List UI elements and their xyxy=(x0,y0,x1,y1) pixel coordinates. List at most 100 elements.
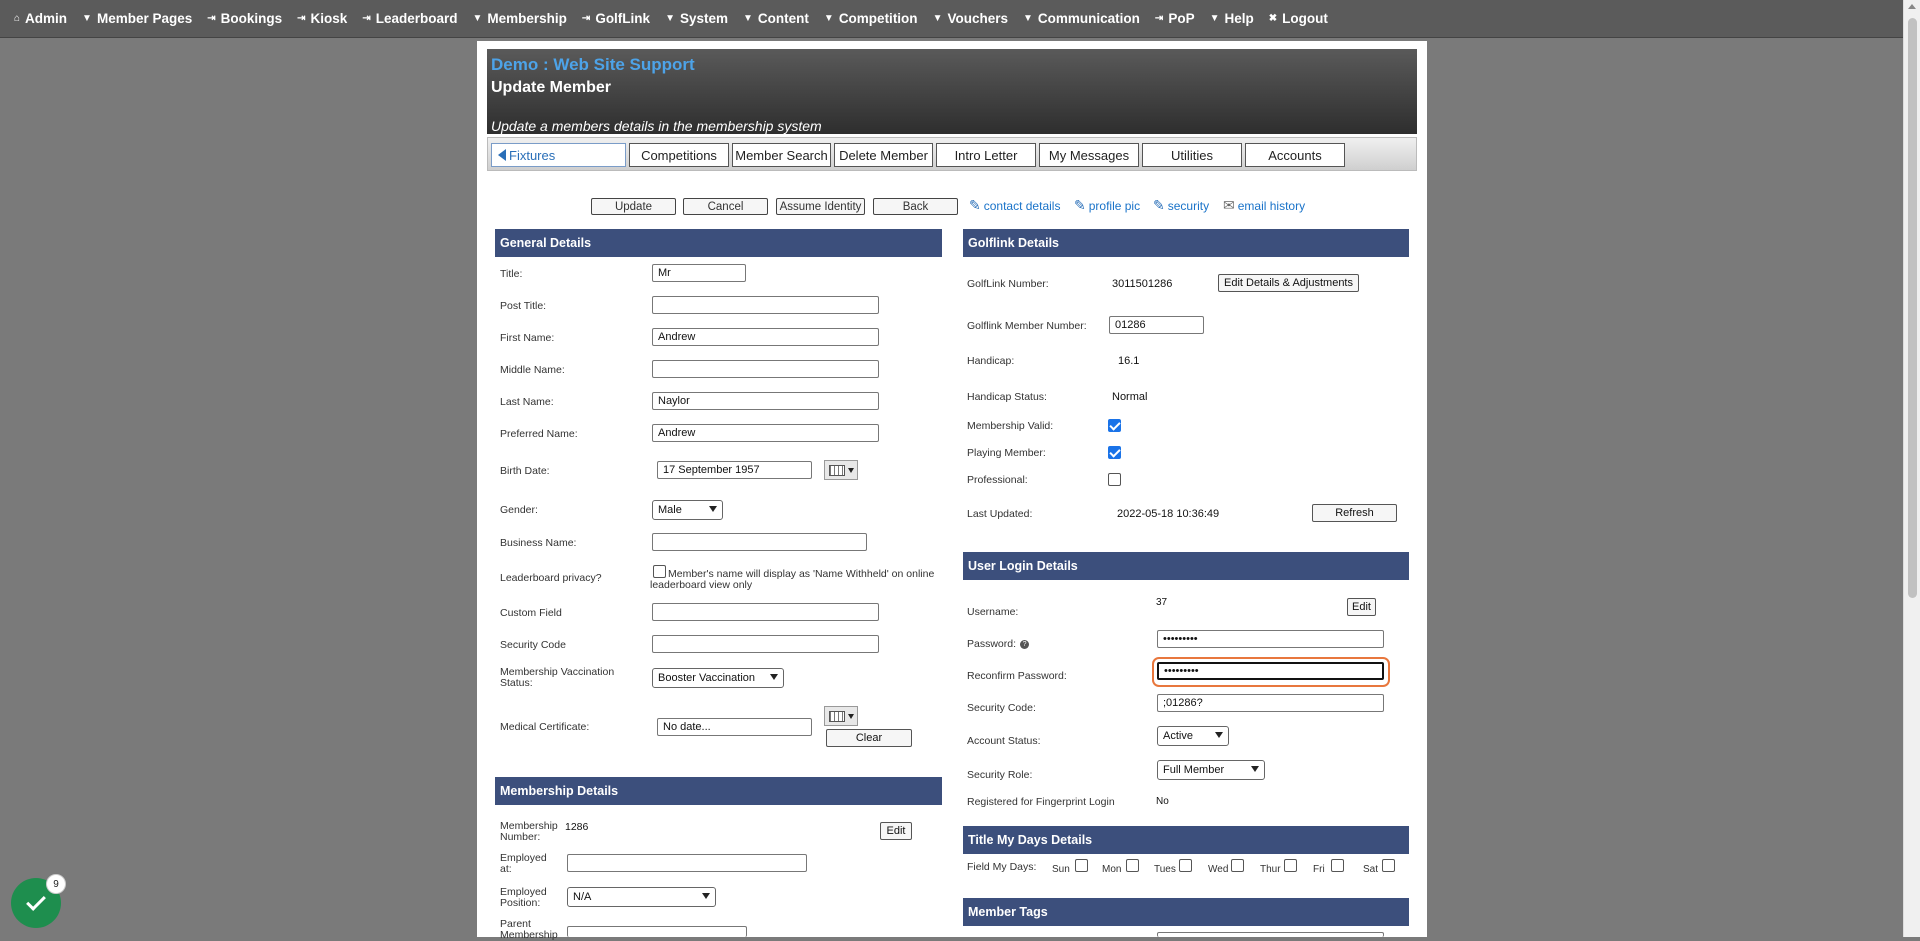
tab-my-messages[interactable]: My Messages xyxy=(1039,143,1139,167)
nav-help[interactable]: ▼ Help xyxy=(1210,11,1254,26)
security-code-input[interactable] xyxy=(652,635,879,653)
username-label: Username: xyxy=(967,606,1019,618)
vaccination-status-select[interactable]: Booster Vaccination xyxy=(652,668,784,688)
general-details-heading: General Details xyxy=(495,229,942,257)
nav-label: Communication xyxy=(1037,11,1140,26)
contact-details-link[interactable]: ✎ contact details xyxy=(969,197,1060,214)
security-role-select[interactable]: Full Member xyxy=(1157,760,1265,780)
clear-button[interactable]: Clear xyxy=(826,729,912,747)
employed-at-input[interactable] xyxy=(567,854,807,872)
nav-bookings[interactable]: ⇥ Bookings xyxy=(207,11,282,26)
nav-logout[interactable]: ✖ Logout xyxy=(1269,11,1328,26)
tab-accounts[interactable]: Accounts xyxy=(1245,143,1345,167)
playing-member-checkbox[interactable] xyxy=(1108,446,1121,459)
user-login-details-heading: User Login Details xyxy=(963,552,1409,580)
nav-system[interactable]: ▼ System xyxy=(665,11,728,26)
tab-label: Intro Letter xyxy=(954,147,1018,163)
tab-label: Utilities xyxy=(1171,147,1213,163)
tab-member-search[interactable]: Member Search xyxy=(732,143,831,167)
custom-field-input[interactable] xyxy=(652,603,879,621)
nav-communication[interactable]: ▼ Communication xyxy=(1023,11,1140,26)
nav-golflink[interactable]: ⇥ GolfLink xyxy=(582,11,650,26)
tab-label: My Messages xyxy=(1048,147,1130,163)
day-sun-checkbox[interactable] xyxy=(1075,859,1088,872)
scroll-up-icon[interactable] xyxy=(1908,4,1916,9)
back-button[interactable]: Back xyxy=(873,198,958,215)
main-panel: Demo : Web Site Support Update Member Up… xyxy=(477,41,1427,941)
day-mon-label: Mon xyxy=(1102,864,1122,875)
day-sat-checkbox[interactable] xyxy=(1382,859,1395,872)
professional-checkbox[interactable] xyxy=(1108,473,1121,486)
help-icon[interactable]: ? xyxy=(1020,640,1030,649)
nav-label: Admin xyxy=(25,11,68,26)
last-name-input[interactable]: Naylor xyxy=(652,392,879,410)
business-name-input[interactable] xyxy=(652,533,867,551)
nav-competition[interactable]: ▼ Competition xyxy=(824,11,918,26)
nav-membership[interactable]: ▼ Membership xyxy=(472,11,566,26)
tab-bar: Fixtures Competitions Member Search Dele… xyxy=(487,137,1417,171)
golflink-member-number-input[interactable]: 01286 xyxy=(1109,316,1204,334)
middle-name-label: Middle Name: xyxy=(500,364,565,376)
tab-label: Fixtures xyxy=(509,147,556,163)
golflink-member-number-label: Golflink Member Number: xyxy=(967,320,1087,332)
nav-member-pages[interactable]: ▼ Member Pages xyxy=(82,11,192,26)
page-description: Update a members details in the membersh… xyxy=(491,118,822,134)
nav-label: Competition xyxy=(838,11,918,26)
preferred-name-input[interactable]: Andrew xyxy=(652,424,879,442)
gender-select[interactable]: Male xyxy=(652,500,723,520)
email-history-link[interactable]: ✉ email history xyxy=(1223,197,1305,214)
task-complete-badge[interactable]: 9 xyxy=(11,874,66,928)
edit-membership-button[interactable]: Edit xyxy=(880,822,912,840)
link-label: profile pic xyxy=(1088,198,1141,213)
page-title: Update Member xyxy=(491,79,612,96)
tab-fixtures[interactable]: Fixtures xyxy=(491,143,626,167)
dropdown-icon: ▼ xyxy=(932,13,943,24)
nav-admin[interactable]: ⌂ Admin xyxy=(14,11,67,26)
password-input[interactable]: ••••••••• xyxy=(1157,630,1384,648)
birth-date-input[interactable]: 17 September 1957 xyxy=(657,461,812,479)
post-title-input[interactable] xyxy=(652,296,879,314)
tab-competitions[interactable]: Competitions xyxy=(629,143,729,167)
scrollbar-thumb[interactable] xyxy=(1908,18,1917,598)
member-tags-input[interactable] xyxy=(1157,932,1384,937)
tab-intro-letter[interactable]: Intro Letter xyxy=(936,143,1036,167)
field-my-days-label: Field My Days: xyxy=(967,861,1037,873)
edit-username-button[interactable]: Edit xyxy=(1347,598,1376,616)
membership-valid-checkbox[interactable] xyxy=(1108,419,1121,432)
cancel-button[interactable]: Cancel xyxy=(683,198,768,215)
first-name-input[interactable]: Andrew xyxy=(652,328,879,346)
tab-delete-member[interactable]: Delete Member xyxy=(834,143,933,167)
fingerprint-login-value: No xyxy=(1156,796,1169,807)
day-mon-checkbox[interactable] xyxy=(1126,859,1139,872)
profile-pic-link[interactable]: ✎ profile pic xyxy=(1074,197,1140,214)
nav-label: Membership xyxy=(487,11,567,26)
assume-identity-button[interactable]: Assume Identity xyxy=(776,198,865,215)
tab-utilities[interactable]: Utilities xyxy=(1142,143,1242,167)
edit-details-adjustments-button[interactable]: Edit Details & Adjustments xyxy=(1218,274,1359,292)
middle-name-input[interactable] xyxy=(652,360,879,378)
calendar-icon[interactable] xyxy=(824,460,858,480)
day-tues-checkbox[interactable] xyxy=(1179,859,1192,872)
refresh-button[interactable]: Refresh xyxy=(1312,504,1397,522)
day-thur-checkbox[interactable] xyxy=(1284,859,1297,872)
account-status-select[interactable]: Active xyxy=(1157,726,1229,746)
security-link[interactable]: ✎ security xyxy=(1153,197,1209,214)
nav-pop[interactable]: ⇥ PoP xyxy=(1155,11,1195,26)
security-code-login-input[interactable]: ;01286? xyxy=(1157,694,1384,712)
page-scrollbar[interactable] xyxy=(1903,0,1920,937)
parent-membership-input[interactable] xyxy=(567,926,747,937)
employed-position-select[interactable]: N/A xyxy=(567,887,716,907)
nav-leaderboard[interactable]: ⇥ Leaderboard xyxy=(362,11,457,26)
nav-content[interactable]: ▼ Content xyxy=(743,11,809,26)
nav-kiosk[interactable]: ⇥ Kiosk xyxy=(297,11,347,26)
day-fri-checkbox[interactable] xyxy=(1331,859,1344,872)
day-wed-checkbox[interactable] xyxy=(1231,859,1244,872)
page-header: Demo : Web Site Support Update Member Up… xyxy=(487,49,1417,134)
medical-certificate-input[interactable]: No date... xyxy=(657,718,812,736)
title-input[interactable]: Mr xyxy=(652,264,746,282)
calendar-icon[interactable] xyxy=(824,706,858,726)
close-icon: ✖ xyxy=(1268,13,1278,24)
update-button[interactable]: Update xyxy=(591,198,676,215)
nav-vouchers[interactable]: ▼ Vouchers xyxy=(933,11,1008,26)
nav-label: Content xyxy=(757,11,809,26)
